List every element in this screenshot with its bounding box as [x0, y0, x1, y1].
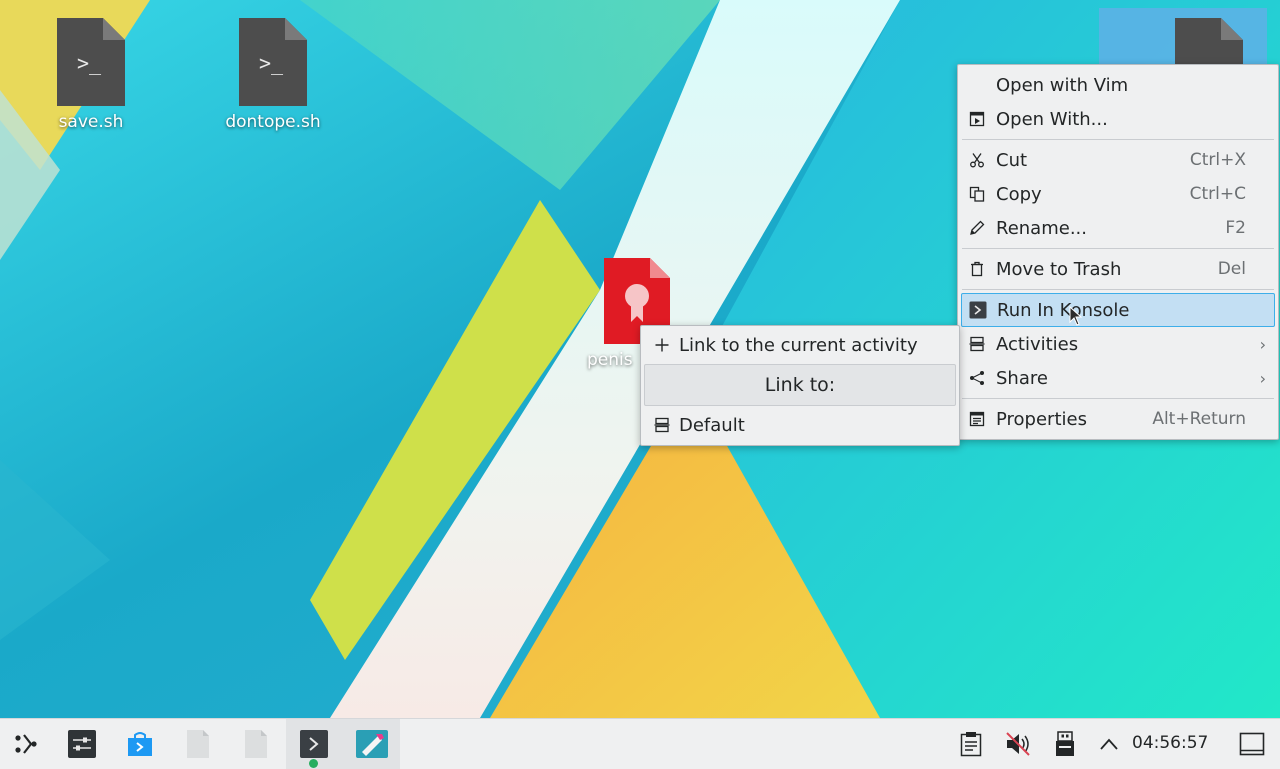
application-launcher-button[interactable]	[8, 727, 42, 761]
menu-separator	[962, 248, 1274, 249]
properties-icon	[968, 410, 986, 428]
expand-tray-icon	[1100, 738, 1118, 750]
activities-submenu: Link to the current activity Link to: De…	[640, 325, 960, 446]
task-blank-document-2[interactable]	[239, 727, 273, 761]
chevron-right-icon: ›	[1259, 368, 1266, 388]
menu-item-run-in-konsole[interactable]: Run In Konsole	[961, 293, 1275, 327]
menu-item-properties[interactable]: Properties Alt+Return	[958, 402, 1278, 436]
desktop-icon-dontope-sh[interactable]: >_ dontope.sh	[213, 18, 333, 132]
desktop-icon-label: save.sh	[58, 112, 124, 132]
copy-icon	[968, 185, 986, 203]
pencil-icon	[968, 219, 986, 237]
menu-item-open-with[interactable]: Open With...	[958, 102, 1278, 136]
menu-item-open-with-vim[interactable]: Open with Vim	[958, 68, 1278, 102]
task-blank-document-1[interactable]	[181, 727, 215, 761]
konsole-icon	[300, 730, 328, 758]
mouse-cursor	[1069, 305, 1083, 330]
menu-item-share[interactable]: Share ›	[958, 361, 1278, 395]
share-icon	[968, 369, 986, 387]
submenu-header-link-to: Link to:	[644, 364, 956, 406]
activities-icon	[968, 335, 986, 353]
menu-item-copy[interactable]: Copy Ctrl+C	[958, 177, 1278, 211]
desktop-icon-save-sh[interactable]: >_ save.sh	[31, 18, 151, 132]
svg-text:>_: >_	[259, 51, 284, 75]
menu-separator	[962, 139, 1274, 140]
clipboard-button[interactable]	[954, 727, 988, 761]
shell-script-icon: >_	[239, 18, 307, 106]
submenu-item-default-activity[interactable]: Default	[641, 408, 959, 442]
menu-separator	[962, 289, 1274, 290]
clipboard-icon	[960, 732, 982, 757]
submenu-item-link-current-activity[interactable]: Link to the current activity	[641, 328, 959, 362]
volume-button[interactable]	[1001, 727, 1035, 761]
menu-item-activities[interactable]: Activities ›	[958, 327, 1278, 361]
trash-icon	[968, 260, 986, 278]
menu-item-rename[interactable]: Rename... F2	[958, 211, 1278, 245]
launcher-icon	[15, 734, 37, 754]
show-desktop-button[interactable]	[1235, 727, 1269, 761]
discover-icon	[128, 732, 152, 756]
open-with-icon	[968, 110, 986, 128]
digital-clock[interactable]: 04:56:57	[1132, 733, 1208, 753]
task-kate[interactable]	[355, 727, 389, 761]
system-settings-icon	[68, 730, 96, 758]
expand-tray-button[interactable]	[1092, 727, 1126, 761]
menu-separator	[962, 398, 1274, 399]
menu-item-move-to-trash[interactable]: Move to Trash Del	[958, 252, 1278, 286]
taskbar: 04:56:57	[0, 718, 1280, 769]
task-attention-dot	[309, 759, 318, 768]
show-desktop-icon	[1239, 732, 1265, 756]
device-notifier-button[interactable]	[1048, 727, 1082, 761]
shell-script-icon: >_	[57, 18, 125, 106]
volume-muted-icon	[1006, 732, 1030, 756]
scissors-icon	[968, 151, 986, 169]
kate-icon	[356, 730, 388, 758]
plus-icon	[653, 336, 671, 354]
svg-text:>_: >_	[77, 51, 102, 75]
document-icon	[187, 730, 209, 758]
context-menu: Open with Vim Open With... Cut Ctrl+X Co…	[957, 64, 1279, 440]
desktop-icon-label: dontope.sh	[225, 112, 321, 132]
task-discover[interactable]	[123, 727, 157, 761]
usb-storage-icon	[1056, 731, 1074, 756]
chevron-right-icon: ›	[1259, 334, 1266, 354]
task-konsole[interactable]	[297, 727, 331, 761]
menu-item-cut[interactable]: Cut Ctrl+X	[958, 143, 1278, 177]
document-icon	[245, 730, 267, 758]
task-system-settings[interactable]	[65, 727, 99, 761]
activities-icon	[653, 416, 671, 434]
konsole-icon	[969, 301, 987, 319]
